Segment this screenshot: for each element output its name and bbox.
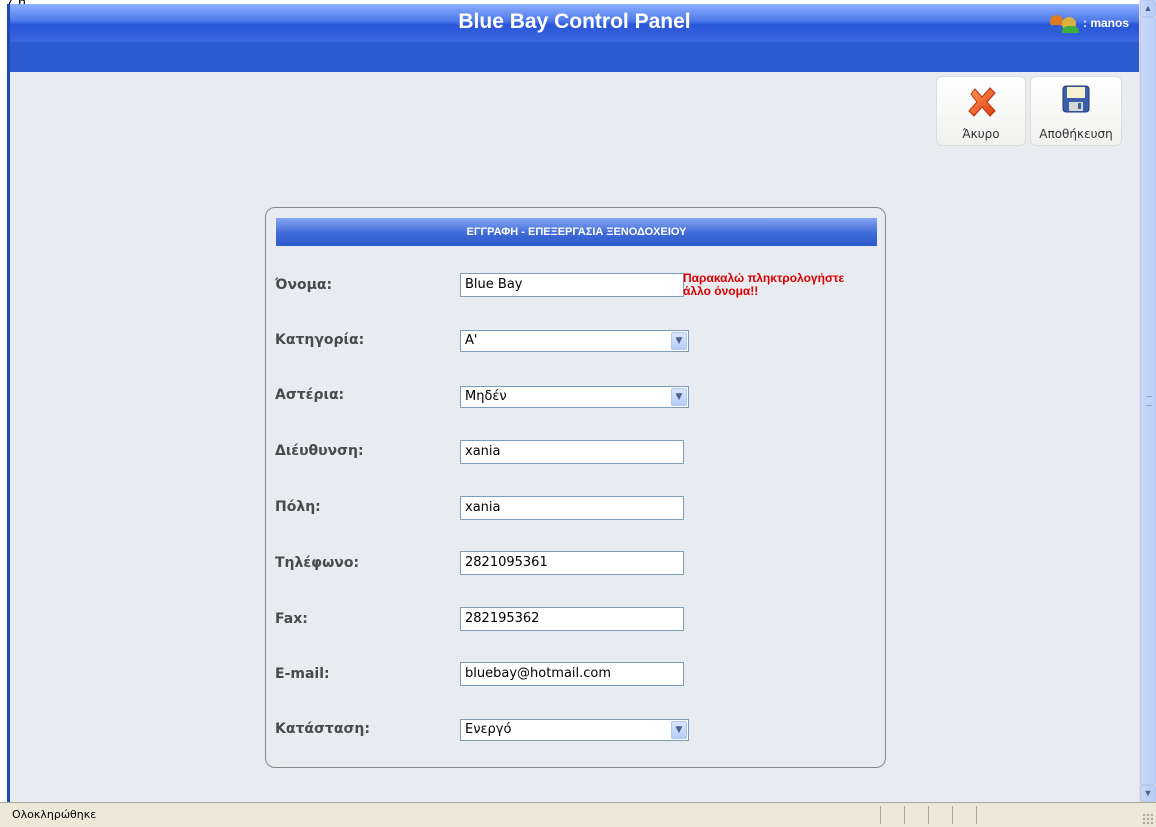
scroll-thumb[interactable] [1140, 17, 1156, 785]
grip-icon [1146, 396, 1152, 406]
user-name: : manos [1082, 16, 1129, 30]
city-label: Πόλη: [275, 499, 321, 515]
user-info: : manos [1047, 13, 1129, 33]
main-content: Άκυρο Αποθήκευση ΕΓΓΡΑΦΗ - ΕΠΕΞΕΡΓΑΣΙΑ Ξ… [10, 72, 1139, 802]
category-select[interactable]: A' ▼ [460, 330, 689, 352]
phone-input[interactable]: 2821095361 [460, 551, 684, 575]
status-value: Ενεργό [465, 722, 512, 737]
status-bar: Ολοκληρώθηκε [0, 802, 1156, 827]
cancel-x-icon [968, 87, 996, 117]
cancel-label: Άκυρο [962, 127, 1000, 141]
status-divider [928, 806, 929, 824]
stars-select[interactable]: Μηδέν ▼ [460, 386, 689, 408]
status-label: Κατάσταση: [275, 721, 370, 737]
save-button[interactable]: Αποθήκευση [1030, 76, 1122, 146]
address-input[interactable]: xania [460, 440, 684, 464]
app-title: Blue Bay Control Panel [458, 10, 691, 33]
form-title: ΕΓΓΡΑΦΗ - ΕΠΕΞΕΡΓΑΣΙΑ ΞΕΝΟΔΟΧΕΙΟΥ [276, 218, 877, 246]
browser-window: ζ,η Blue Bay Control Panel : manos Άκυ [0, 0, 1156, 827]
name-error-message: Παρακαλώ πληκτρολογήστε άλλο όνομα!! [683, 271, 845, 298]
chevron-down-icon[interactable]: ▼ [671, 721, 687, 739]
status-divider [904, 806, 905, 824]
status-divider [952, 806, 953, 824]
fax-input[interactable]: 282195362 [460, 607, 684, 631]
cancel-button[interactable]: Άκυρο [936, 76, 1026, 146]
vertical-scrollbar[interactable]: ▲ ▼ [1139, 0, 1156, 802]
category-label: Κατηγορία: [275, 332, 365, 348]
name-input[interactable]: Blue Bay [460, 273, 684, 297]
city-input[interactable]: xania [460, 496, 684, 520]
status-text: Ολοκληρώθηκε [12, 808, 97, 821]
scroll-down-icon[interactable]: ▼ [1140, 785, 1156, 802]
scroll-up-icon[interactable]: ▲ [1140, 0, 1156, 17]
email-input[interactable]: bluebay@hotmail.com [460, 662, 684, 686]
stars-label: Αστέρια: [275, 387, 345, 403]
resize-grip-icon[interactable] [1142, 813, 1154, 825]
app-header: Blue Bay Control Panel : manos [10, 4, 1139, 42]
phone-label: Τηλέφωνο: [275, 555, 360, 571]
email-label: E-mail: [275, 666, 330, 682]
floppy-disk-icon [1062, 85, 1090, 113]
fax-label: Fax: [275, 611, 308, 627]
users-icon [1047, 13, 1080, 33]
nav-bar [10, 42, 1139, 72]
name-label: Όνομα: [275, 277, 333, 293]
stars-value: Μηδέν [465, 389, 507, 404]
chevron-down-icon[interactable]: ▼ [671, 332, 687, 350]
status-select[interactable]: Ενεργό ▼ [460, 719, 689, 741]
address-label: Διέυθυνση: [275, 443, 364, 459]
status-divider [880, 806, 881, 824]
chevron-down-icon[interactable]: ▼ [671, 388, 687, 406]
save-label: Αποθήκευση [1039, 127, 1113, 141]
category-value: A' [465, 333, 478, 348]
status-divider [976, 806, 977, 824]
